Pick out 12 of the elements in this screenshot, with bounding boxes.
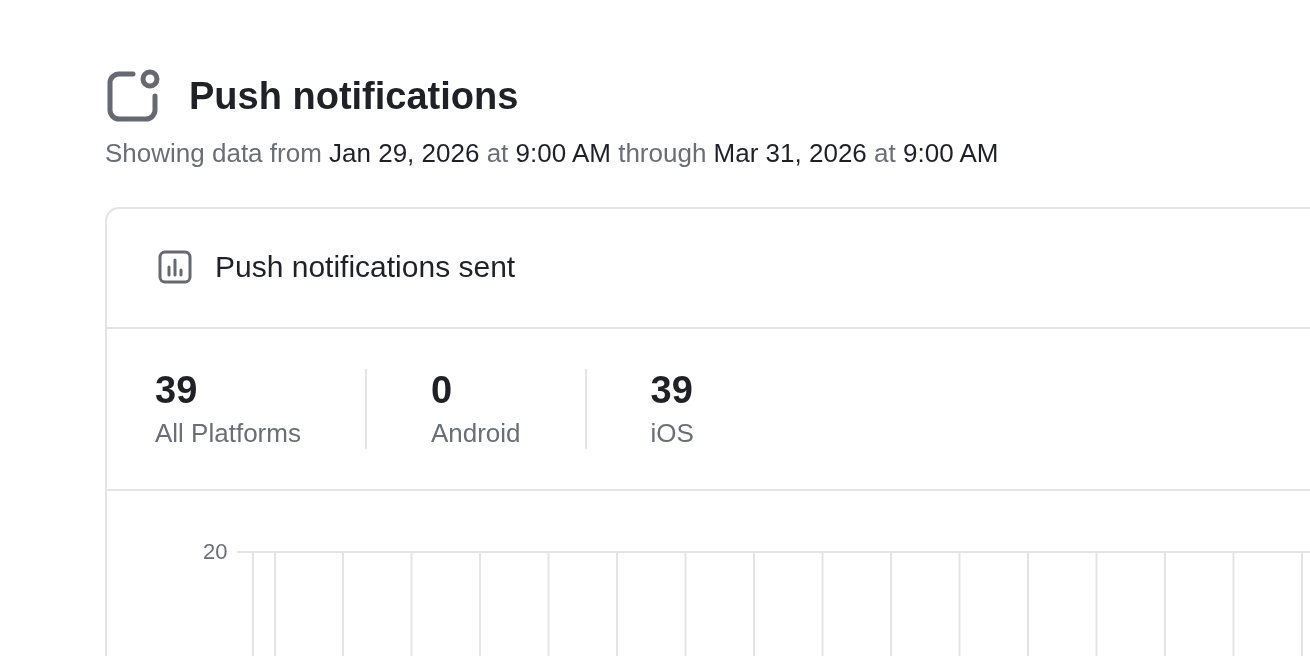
stat-value: 39	[155, 369, 199, 412]
stat-label: Android	[430, 418, 521, 449]
stat-label: iOS	[650, 418, 694, 449]
stat-value: 39	[650, 369, 694, 412]
date-range-text: Showing data from Jan 29, 2026 at 9:00 AM through Mar 31, 2026 at 9:00 AM	[105, 138, 1000, 169]
stat-value: 0	[430, 369, 454, 412]
card-title: Push notifications sent	[215, 250, 516, 284]
bar-chart-icon	[157, 249, 193, 285]
notification-icon	[105, 68, 161, 124]
axis-tick-label: 20	[203, 539, 228, 565]
stat-label: All Platforms	[155, 418, 301, 449]
page-title: Push notifications	[189, 74, 519, 118]
